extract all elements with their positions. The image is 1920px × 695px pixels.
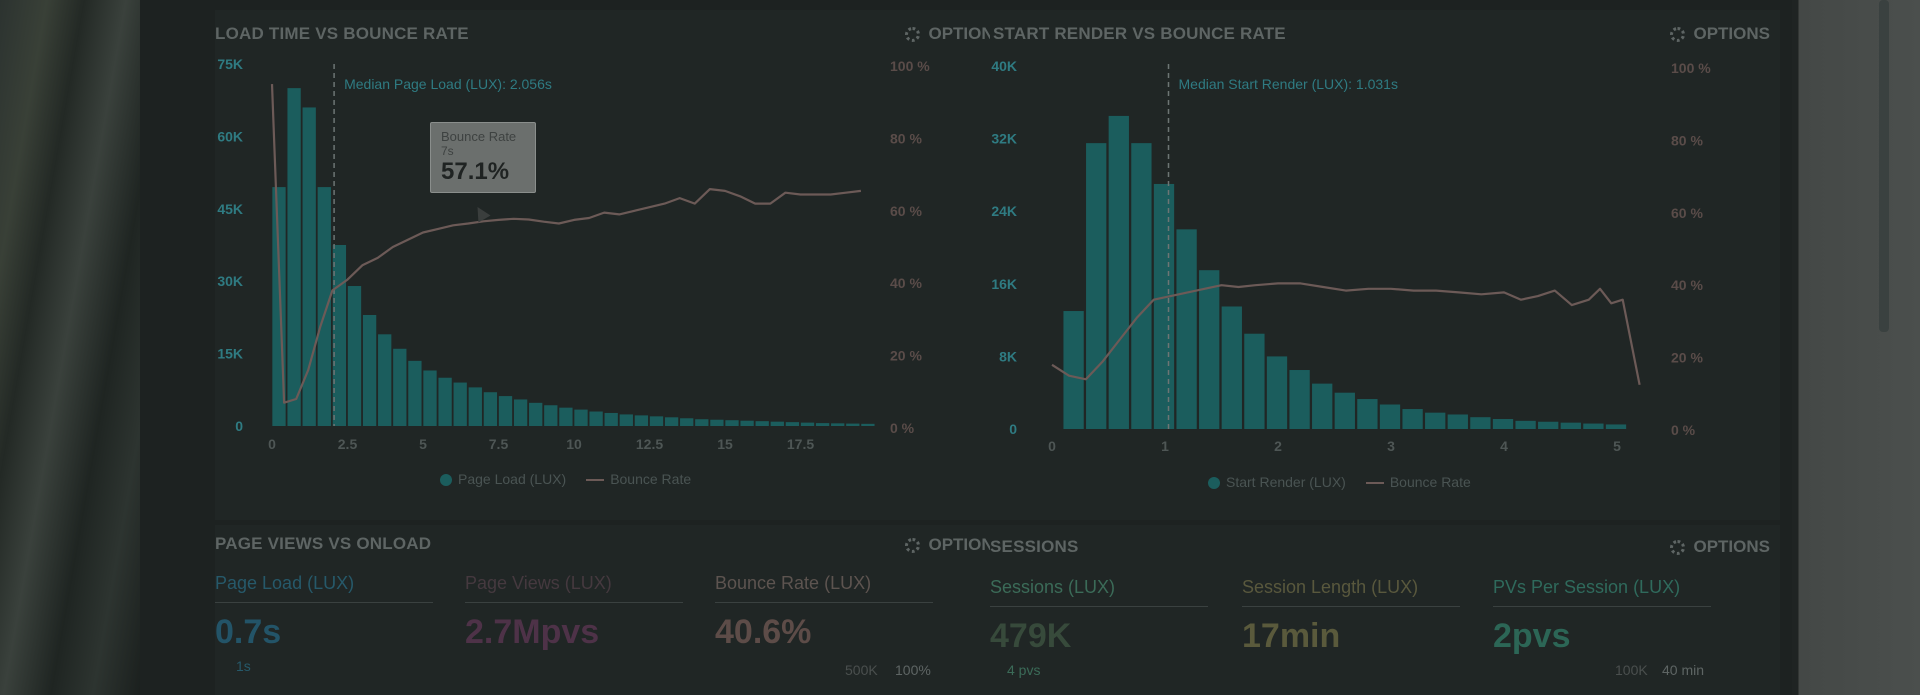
metric-label: Sessions (LUX): [990, 577, 1208, 607]
bar: [1289, 370, 1310, 429]
bar: [1583, 423, 1604, 429]
metric-bounce-rate: Bounce Rate (LUX) 40.6%: [715, 573, 933, 652]
bar: [1108, 115, 1129, 429]
page-views-panel: PAGE VIEWS VS ONLOAD OPTIONS Page Load (…: [215, 525, 1005, 695]
panel-title: SESSIONS: [990, 537, 1079, 556]
y-tick-left: 32K: [991, 131, 1017, 147]
monitor-bezel-left: [0, 0, 140, 695]
metric-pvs-per-session: PVs Per Session (LUX) 2pvs: [1493, 577, 1711, 656]
metric-page-views: Page Views (LUX) 2.7Mpvs: [465, 573, 683, 652]
bar: [1063, 311, 1084, 429]
bar: [1605, 424, 1627, 429]
legend-item-bounce-rate[interactable]: Bounce Rate: [1365, 474, 1471, 490]
bar: [1153, 183, 1175, 429]
bar: [1560, 422, 1581, 429]
sessions-panel: SESSIONS OPTIONS Sessions (LUX) 479K Ses…: [990, 525, 1780, 695]
metric-label: Session Length (LUX): [1242, 577, 1460, 607]
bar: [1131, 143, 1152, 429]
x-tick: 3: [1387, 438, 1395, 454]
y-tick-left: 8K: [999, 348, 1017, 364]
metric-value: 0.7s: [215, 613, 282, 651]
bar: [1176, 229, 1197, 429]
metric-value: 40.6%: [715, 613, 812, 651]
render-chart-legend: Start Render (LUX) Bounce Rate: [1208, 474, 1471, 490]
y-tick-right: 0 %: [1671, 422, 1696, 438]
bar: [1086, 143, 1107, 429]
metric-value: 2pvs: [1493, 617, 1571, 655]
metric-label: Page Views (LUX): [465, 573, 683, 603]
monitor-bezel-right: [1792, 0, 1920, 695]
median-label: Median Start Render (LUX): 1.031s: [1179, 76, 1398, 92]
y-tick-right: 40 %: [1671, 277, 1703, 293]
bar: [1312, 383, 1333, 429]
y-tick-right: 100 %: [1671, 60, 1711, 76]
legend-line-icon: [1365, 482, 1384, 485]
bar: [1357, 399, 1378, 429]
bar: [1492, 419, 1514, 429]
axis-label-right-b: 40 min: [1662, 662, 1705, 678]
metric-label: PVs Per Session (LUX): [1493, 577, 1711, 607]
metric-sessions: Sessions (LUX) 479K: [990, 577, 1208, 656]
bar: [1199, 270, 1220, 429]
x-tick: 5: [1613, 438, 1621, 454]
metric-session-length: Session Length (LUX) 17min: [1242, 577, 1460, 656]
metric-value: 479K: [990, 617, 1072, 655]
metric-value: 17min: [1242, 617, 1341, 655]
bar: [1334, 392, 1355, 429]
legend-item-start-render[interactable]: Start Render (LUX): [1208, 474, 1346, 490]
options-button[interactable]: OPTIONS: [1670, 537, 1770, 557]
bar: [1266, 356, 1288, 429]
panel-title: PAGE VIEWS VS ONLOAD: [215, 534, 432, 553]
y-tick-right: 60 %: [1671, 205, 1703, 221]
axis-label-right-a: 500K: [845, 662, 878, 678]
axis-label-left: 4 pvs: [1007, 662, 1041, 678]
bar: [1447, 414, 1468, 429]
metric-value: 2.7Mpvs: [465, 613, 600, 651]
metric-label: Page Load (LUX): [215, 573, 433, 603]
metric-page-load: Page Load (LUX) 0.7s: [215, 573, 433, 652]
y-tick-left: 24K: [991, 203, 1017, 219]
y-tick-right: 20 %: [1671, 350, 1703, 366]
gear-icon: [1670, 539, 1686, 555]
y-tick-left: 0: [1009, 421, 1017, 437]
axis-label-right-a: 100K: [1615, 662, 1648, 678]
y-tick-left: 16K: [991, 276, 1017, 292]
options-label: OPTIONS: [1693, 537, 1770, 556]
scrollbar[interactable]: [1879, 0, 1889, 332]
bar: [1425, 412, 1446, 429]
bar: [1470, 417, 1491, 429]
metric-label: Bounce Rate (LUX): [715, 573, 933, 603]
bar: [1538, 421, 1559, 429]
bar: [1221, 306, 1242, 429]
x-tick: 4: [1500, 438, 1508, 454]
bar: [1244, 333, 1265, 429]
x-tick: 2: [1274, 438, 1282, 454]
legend-dot-icon: [1208, 477, 1220, 490]
dashboard-screen: LOAD TIME VS BOUNCE RATE OPTIONS 0 15K 30K…: [140, 0, 1889, 695]
axis-label-right-b: 100%: [895, 662, 931, 678]
bar: [1402, 409, 1423, 429]
y-tick-left: 40K: [991, 58, 1017, 74]
axis-label-left: 1s: [236, 658, 251, 674]
y-tick-right: 80 %: [1671, 132, 1703, 148]
gear-icon: [905, 537, 921, 553]
x-tick: 1: [1161, 438, 1169, 454]
bar: [1379, 404, 1401, 429]
bar: [1515, 420, 1536, 429]
x-tick: 0: [1048, 438, 1056, 454]
